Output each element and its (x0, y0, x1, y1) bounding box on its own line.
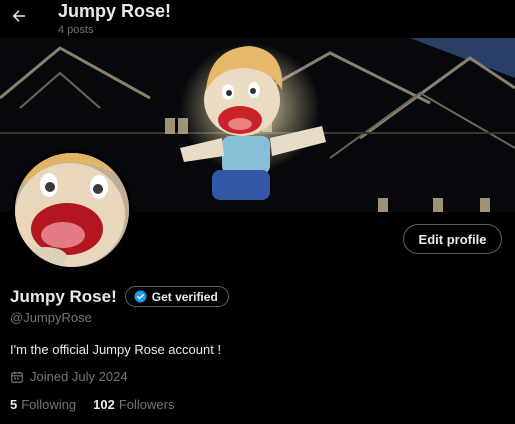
following-link[interactable]: 5 Following (10, 397, 76, 412)
calendar-icon (10, 370, 24, 384)
avatar[interactable] (12, 150, 132, 270)
arrow-left-icon (12, 10, 25, 22)
post-count: 4 posts (58, 24, 94, 36)
following-count: 5 (10, 397, 18, 412)
followers-label: Followers (118, 397, 175, 412)
avatar-image (15, 153, 129, 267)
get-verified-button[interactable]: Get verified (124, 286, 229, 307)
name-row: Jumpy Rose! Get verified (10, 286, 229, 307)
user-handle: @JumpyRose (10, 310, 92, 325)
edit-profile-button[interactable]: Edit profile (403, 224, 502, 254)
get-verified-label: Get verified (151, 289, 218, 304)
follow-stats: 5 Following 102 Followers (10, 397, 191, 412)
page-title: Jumpy Rose! (58, 1, 172, 21)
profile-bio: I'm the official Jumpy Rose account ! (10, 342, 222, 357)
followers-count: 102 (93, 397, 115, 412)
followers-link[interactable]: 102 Followers (93, 397, 174, 412)
joined-date-text: Joined July 2024 (30, 369, 128, 384)
following-label: Following (21, 397, 77, 412)
display-name: Jumpy Rose! (10, 286, 117, 306)
top-bar: Jumpy Rose! 4 posts (0, 0, 515, 38)
joined-date: Joined July 2024 (10, 369, 128, 384)
back-button[interactable] (6, 3, 32, 29)
verified-badge-icon (134, 290, 147, 303)
